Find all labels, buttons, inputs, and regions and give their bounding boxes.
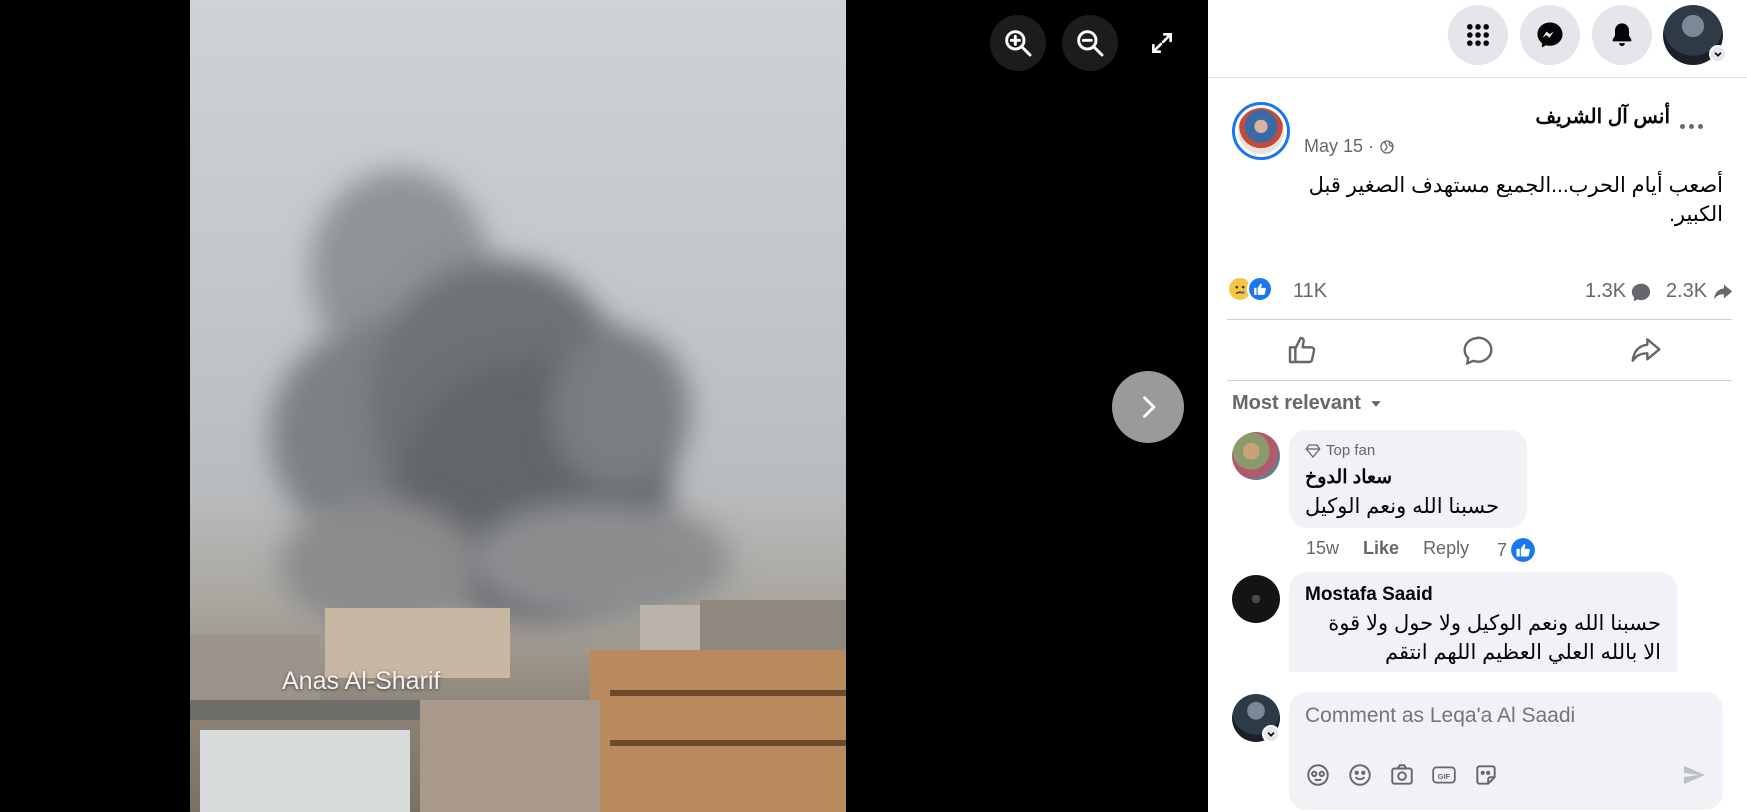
post-text: أصعب أيام الحرب...الجميع مستهدف الصغير ق… <box>1308 174 1723 226</box>
commenter-avatar[interactable] <box>1232 575 1280 623</box>
post-panel: أنس آل الشريف May 15 · أصعب أيام الحرب..… <box>1208 0 1747 812</box>
reactions-count[interactable]: 11K <box>1293 280 1327 303</box>
comment-text: حسبنا الله ونعم الوكيل ولا حول ولا قوة ا… <box>1328 612 1661 664</box>
comment-like-button[interactable]: Like <box>1363 538 1399 559</box>
comment-likes[interactable]: 7 <box>1497 537 1536 563</box>
thumbs-up-icon <box>1288 336 1316 364</box>
zoom-out-icon <box>1077 30 1104 57</box>
comment-sort-dropdown[interactable]: Most relevant <box>1232 392 1383 415</box>
comment-bubble: Top fan سعاد الدوخ حسبنا الله ونعم الوكي… <box>1289 430 1527 528</box>
top-fan-label: Top fan <box>1326 442 1376 459</box>
emoji-button[interactable] <box>1345 760 1375 790</box>
shares-count[interactable]: 2.3K <box>1666 280 1735 303</box>
notifications-button[interactable] <box>1592 5 1652 65</box>
chevron-right-icon <box>1143 396 1156 418</box>
top-fan-badge: Top fan <box>1305 442 1375 459</box>
comments-count[interactable]: 1.3K <box>1585 280 1652 303</box>
comment-reply-button[interactable]: Reply <box>1423 538 1469 559</box>
comment-composer: GIF <box>1289 692 1723 810</box>
grid-menu-icon <box>1467 24 1489 46</box>
composer-profile-badge[interactable] <box>1262 725 1280 743</box>
comment-button[interactable] <box>1458 330 1498 370</box>
post-author[interactable]: أنس آل الشريف <box>1535 104 1670 129</box>
chevron-down-icon <box>1267 732 1275 737</box>
avatar-sticker-icon <box>1307 764 1329 786</box>
sort-label: Most relevant <box>1232 392 1361 414</box>
post-options-button[interactable] <box>1680 116 1712 136</box>
fullscreen-button[interactable] <box>1134 15 1190 71</box>
messenger-button[interactable] <box>1520 5 1580 65</box>
caret-down-icon <box>1371 400 1381 407</box>
comment-actions: 15w Like Reply <box>1306 538 1493 559</box>
share-arrow-icon <box>1713 284 1733 299</box>
divider <box>1227 319 1732 320</box>
zoom-in-button[interactable] <box>990 15 1046 71</box>
send-icon <box>1684 766 1705 784</box>
shares-count-value: 2.3K <box>1666 280 1708 302</box>
comment-text: حسبنا الله ونعم الوكيل <box>1305 495 1500 518</box>
gif-icon: GIF <box>1432 766 1456 784</box>
comment-time[interactable]: 15w <box>1306 538 1339 559</box>
reaction-icons[interactable] <box>1227 276 1273 302</box>
top-bar <box>1208 0 1747 78</box>
chevron-down-icon <box>1714 52 1722 57</box>
like-reaction-icon <box>1247 276 1273 302</box>
like-button[interactable] <box>1282 330 1322 370</box>
send-button[interactable] <box>1679 760 1709 790</box>
post-stats: 11K 1.3K 2.3K <box>1227 276 1733 306</box>
commenter-avatar[interactable] <box>1232 432 1280 480</box>
comment-icon <box>1463 336 1493 366</box>
comment-bubble-icon <box>1631 283 1651 301</box>
menu-button[interactable] <box>1448 5 1508 65</box>
comment-input[interactable] <box>1305 704 1685 728</box>
sticker-icon <box>1476 765 1496 785</box>
next-photo-button[interactable] <box>1112 371 1184 443</box>
sticker-button[interactable] <box>1471 760 1501 790</box>
commenter-name[interactable]: سعاد الدوخ <box>1305 466 1392 489</box>
svg-text:GIF: GIF <box>1438 772 1451 781</box>
account-menu-badge[interactable] <box>1709 45 1727 63</box>
fullscreen-icon <box>1152 33 1172 53</box>
comment-likes-count: 7 <box>1497 539 1508 560</box>
post-meta: May 15 · <box>1304 136 1395 157</box>
bell-icon <box>1612 23 1632 47</box>
camera-icon <box>1391 764 1413 785</box>
post-date[interactable]: May 15 <box>1304 136 1363 157</box>
comment-bubble: Mostafa Saaid حسبنا الله ونعم الوكيل ولا… <box>1289 572 1677 672</box>
share-icon <box>1631 338 1661 362</box>
divider <box>1227 380 1732 381</box>
like-reaction-icon <box>1511 538 1535 562</box>
post-photo: Anas Al-Sharif <box>190 0 846 812</box>
comments-count-value: 1.3K <box>1585 280 1627 302</box>
avatar-sticker-button[interactable] <box>1303 760 1333 790</box>
globe-icon <box>1380 139 1394 154</box>
author-avatar[interactable] <box>1232 102 1290 160</box>
photo-watermark: Anas Al-Sharif <box>282 667 441 695</box>
messenger-icon <box>1537 22 1563 48</box>
zoom-out-button[interactable] <box>1062 15 1118 71</box>
emoji-icon <box>1349 764 1371 786</box>
diamond-icon <box>1305 443 1321 458</box>
photo-viewer: Anas Al-Sharif <box>0 0 1208 812</box>
photo-button[interactable] <box>1387 760 1417 790</box>
gif-button[interactable]: GIF <box>1429 760 1459 790</box>
zoom-in-icon <box>1005 30 1032 57</box>
commenter-name[interactable]: Mostafa Saaid <box>1305 584 1433 606</box>
share-button[interactable] <box>1626 330 1666 370</box>
meta-separator: · <box>1368 136 1375 156</box>
